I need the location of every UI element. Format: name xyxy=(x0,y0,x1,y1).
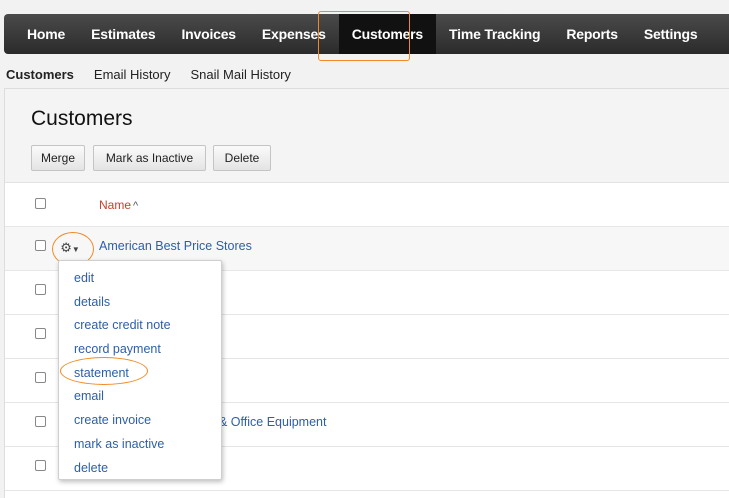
customer-link[interactable]: American Best Price Stores xyxy=(99,239,252,253)
nav-reports[interactable]: Reports xyxy=(553,14,631,54)
nav-settings[interactable]: Settings xyxy=(631,14,711,54)
row-checkbox[interactable] xyxy=(35,284,46,295)
subnav-email-history[interactable]: Email History xyxy=(94,67,171,82)
customers-highlight-annotation xyxy=(318,11,410,61)
menu-mark-as-inactive[interactable]: mark as inactive xyxy=(59,433,221,457)
page-title: Customers xyxy=(31,107,133,130)
panel-header: Customers Merge Mark as Inactive Delete xyxy=(5,89,729,183)
menu-details[interactable]: details xyxy=(59,291,221,315)
row-checkbox[interactable] xyxy=(35,328,46,339)
nav-invoices[interactable]: Invoices xyxy=(168,14,248,54)
subnav-customers[interactable]: Customers xyxy=(6,67,74,82)
menu-email[interactable]: email xyxy=(59,385,221,409)
mark-as-inactive-button[interactable]: Mark as Inactive xyxy=(93,145,206,171)
delete-button[interactable]: Delete xyxy=(213,145,271,171)
row-checkbox[interactable] xyxy=(35,460,46,471)
row-checkbox[interactable] xyxy=(35,372,46,383)
statement-highlight-annotation xyxy=(60,357,148,385)
menu-create-credit-note[interactable]: create credit note xyxy=(59,314,221,338)
sort-ascending-icon: ^ xyxy=(133,200,139,212)
menu-create-invoice[interactable]: create invoice xyxy=(59,409,221,433)
subnav-snail-mail-history[interactable]: Snail Mail History xyxy=(191,67,291,82)
nav-home[interactable]: Home xyxy=(14,14,78,54)
menu-delete[interactable]: delete xyxy=(59,457,221,481)
table-header-row: Name ^ xyxy=(5,183,729,227)
merge-button[interactable]: Merge xyxy=(31,145,85,171)
customer-link[interactable]: & Office Equipment xyxy=(219,415,326,429)
menu-edit[interactable]: edit xyxy=(59,267,221,291)
sub-navigation: Customers Email History Snail Mail Histo… xyxy=(6,65,311,83)
select-all-checkbox[interactable] xyxy=(35,198,46,209)
nav-time-tracking[interactable]: Time Tracking xyxy=(436,14,553,54)
row-checkbox[interactable] xyxy=(35,416,46,427)
name-column-header[interactable]: Name ^ xyxy=(99,198,138,212)
nav-estimates[interactable]: Estimates xyxy=(78,14,168,54)
row-checkbox[interactable] xyxy=(35,240,46,251)
